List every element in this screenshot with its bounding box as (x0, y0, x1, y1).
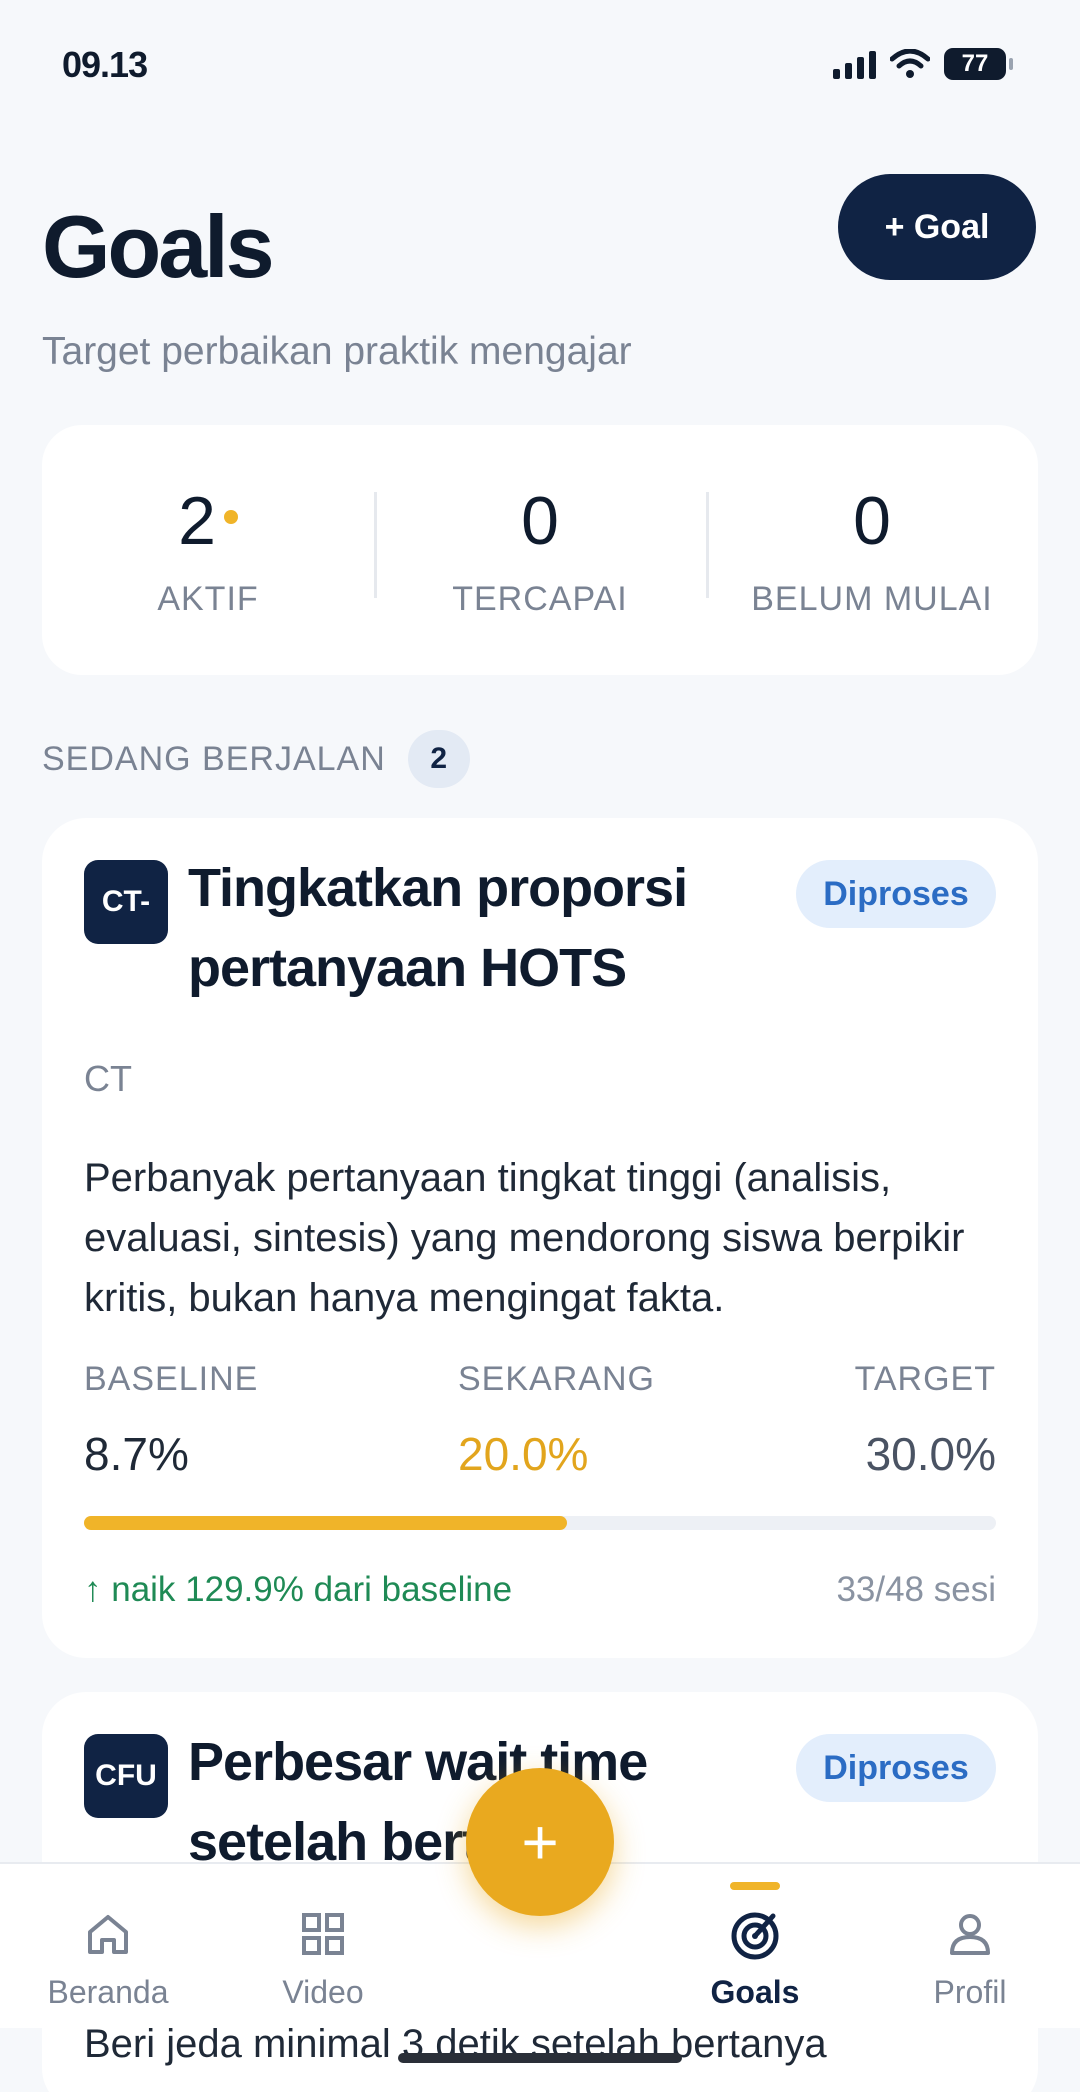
status-icons: 77 (833, 48, 1013, 80)
nav-item-beranda[interactable]: Beranda (18, 1906, 198, 2011)
change-text: ↑ naik 129.9% dari baseline (84, 1570, 513, 1609)
status-badge: Diproses (796, 1734, 996, 1802)
stat-aktif: 2 AKTIF (42, 482, 374, 619)
stat-label: AKTIF (157, 579, 259, 618)
nav-label: Profil (933, 1974, 1007, 2010)
metric-value: 20.0% (458, 1428, 589, 1480)
wifi-icon (890, 49, 930, 78)
goal-description: Perbanyak pertanyaan tingkat tinggi (ana… (84, 1156, 965, 1320)
status-bar: 09.13 77 (0, 0, 1080, 130)
progress-bar (84, 1516, 996, 1530)
status-time: 09.13 (62, 44, 148, 85)
stat-tercapai: 0 TERCAPAI (374, 482, 706, 619)
goal-card[interactable]: CT- Tingkatkan proporsi pertanyaan HOTS … (42, 818, 1038, 1658)
battery-icon: 77 (944, 48, 1013, 80)
metric-label: SEKARANG (458, 1360, 655, 1398)
add-fab-button[interactable]: + (466, 1768, 614, 1916)
stat-label: BELUM MULAI (751, 579, 993, 618)
nav-item-goals[interactable]: Goals (665, 1906, 845, 2011)
user-icon (880, 1906, 1060, 1962)
target-icon (665, 1906, 845, 1962)
stats-card: 2 AKTIF 0 TERCAPAI 0 BELUM MULAI (42, 425, 1038, 675)
page-subtitle: Target perbaikan praktik mengajar (42, 330, 632, 373)
metric-current: SEKARANG 20.0% (458, 1360, 655, 1481)
nav-item-video[interactable]: Video (233, 1906, 413, 2011)
home-icon (18, 1906, 198, 1962)
metric-target: TARGET 30.0% (855, 1360, 996, 1481)
status-badge: Diproses (796, 860, 996, 928)
metric-baseline: BASELINE 8.7% (84, 1360, 258, 1481)
goal-code-badge: CFU (84, 1734, 168, 1818)
section-label: SEDANG BERJALAN (42, 739, 386, 778)
active-indicator (730, 1882, 780, 1890)
stat-number: 2 (178, 482, 216, 559)
stat-value: 2 (178, 482, 238, 560)
stat-belum-mulai: 0 BELUM MULAI (706, 482, 1038, 619)
section-count-badge: 2 (407, 730, 470, 788)
nav-label: Beranda (47, 1974, 169, 2010)
progress-fill (84, 1516, 568, 1530)
sessions-count: 33/48 sesi (836, 1570, 996, 1609)
stat-label: TERCAPAI (452, 579, 628, 618)
section-header: SEDANG BERJALAN 2 (42, 730, 470, 788)
metric-label: BASELINE (84, 1360, 259, 1398)
nav-label: Video (282, 1974, 364, 2010)
metric-value: 8.7% (84, 1428, 189, 1480)
nav-item-profil[interactable]: Profil (880, 1906, 1060, 2011)
goal-code-badge: CT- (84, 860, 168, 944)
goal-category: CT (84, 1058, 132, 1099)
metric-label: TARGET (854, 1360, 996, 1398)
active-dot (223, 509, 238, 524)
goal-title: Tingkatkan proporsi pertanyaan HOTS (188, 858, 688, 998)
grid-icon (233, 1906, 413, 1962)
stat-number: 0 (853, 482, 891, 559)
add-goal-button[interactable]: + Goal (838, 174, 1036, 280)
signal-icon (833, 49, 876, 79)
home-indicator (398, 2053, 682, 2063)
page-title: Goals (42, 197, 275, 296)
metric-value: 30.0% (865, 1428, 996, 1480)
nav-label: Goals (710, 1974, 800, 2010)
stat-number: 0 (521, 482, 559, 559)
